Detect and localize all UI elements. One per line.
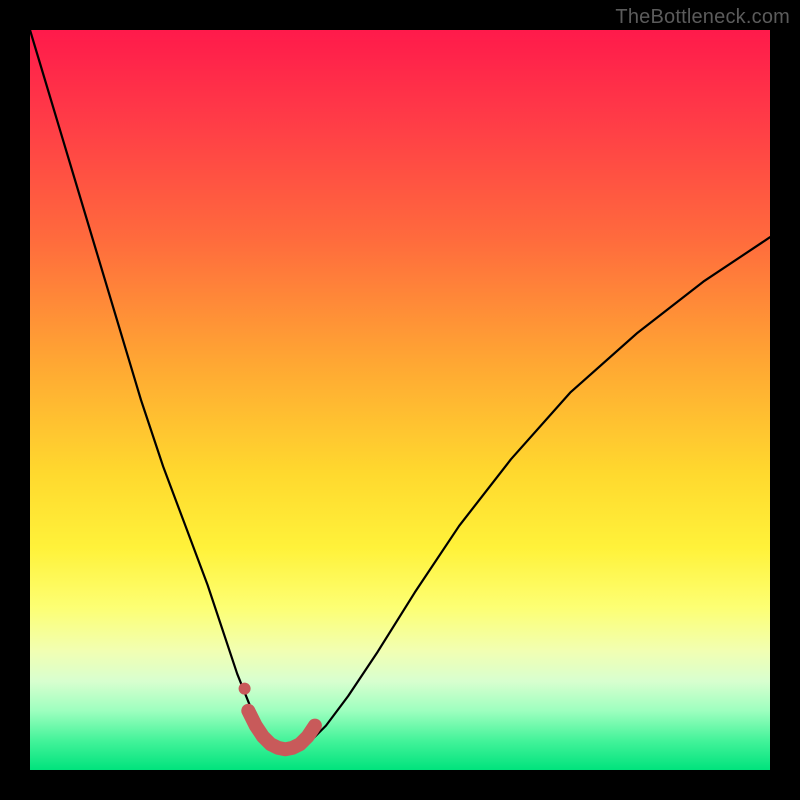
optimal-range-dot (239, 683, 251, 695)
watermark-text: TheBottleneck.com (615, 6, 790, 29)
optimal-range-highlight (248, 711, 315, 750)
bottleneck-curve (30, 30, 770, 752)
chart-frame: TheBottleneck.com (0, 0, 800, 800)
chart-svg (30, 30, 770, 770)
plot-area (30, 30, 770, 770)
